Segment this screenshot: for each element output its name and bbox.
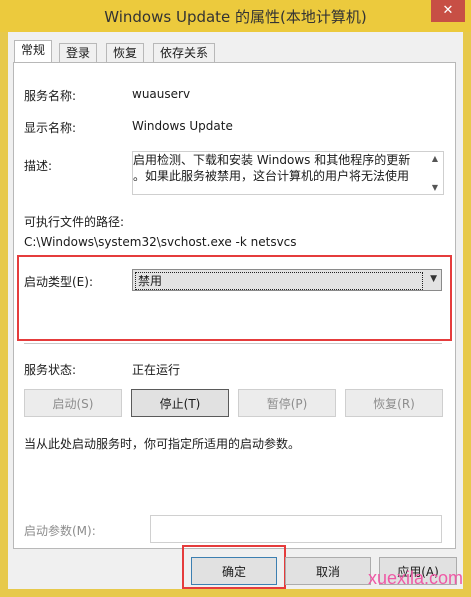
exe-path-label: 可执行文件的路径:	[24, 215, 125, 229]
window-title: Windows Update 的属性(本地计算机)	[104, 8, 367, 26]
section-divider	[24, 343, 442, 344]
start-params-input[interactable]	[150, 515, 442, 543]
description-line-1: 启用检测、下载和安装 Windows 和其他程序的更新	[133, 153, 411, 167]
start-params-label: 启动参数(M):	[24, 524, 96, 538]
scroll-down-icon[interactable]: ▼	[429, 183, 441, 192]
display-name-value: Windows Update	[132, 119, 233, 133]
service-name-value: wuauserv	[132, 87, 191, 101]
pause-button[interactable]: 暂停(P)	[238, 389, 336, 417]
exe-path-value: C:\Windows\system32\svchost.exe -k netsv…	[24, 235, 297, 249]
cancel-button[interactable]: 取消	[285, 557, 371, 585]
dialog-client-area: 常规 登录 恢复 依存关系 服务名称: wuauserv 显示名称: Windo…	[8, 32, 463, 589]
stop-button[interactable]: 停止(T)	[131, 389, 229, 417]
scroll-up-icon[interactable]: ▲	[429, 154, 441, 163]
close-button[interactable]: ✕	[431, 0, 465, 22]
startup-type-label: 启动类型(E):	[24, 275, 93, 289]
description-label: 描述:	[24, 159, 53, 173]
resume-button[interactable]: 恢复(R)	[345, 389, 443, 417]
tab-dependencies[interactable]: 依存关系	[153, 43, 216, 62]
description-line-2: 。如果此服务被禁用，这台计算机的用户将无法使用	[133, 169, 410, 183]
ok-button[interactable]: 确定	[191, 557, 277, 585]
title-bar[interactable]: Windows Update 的属性(本地计算机) ✕	[0, 0, 471, 32]
tab-logon[interactable]: 登录	[59, 43, 98, 62]
close-icon: ✕	[442, 3, 454, 18]
startup-type-highlight	[17, 255, 452, 341]
startup-type-value: 禁用	[135, 272, 423, 290]
service-status-label: 服务状态:	[24, 363, 77, 377]
chevron-down-icon: ▼	[430, 274, 437, 284]
display-name-label: 显示名称:	[24, 121, 77, 135]
properties-dialog: Windows Update 的属性(本地计算机) ✕ 常规 登录 恢复 依存关…	[0, 0, 471, 597]
description-box[interactable]: 启用检测、下载和安装 Windows 和其他程序的更新 。如果此服务被禁用，这台…	[132, 151, 444, 195]
start-button[interactable]: 启动(S)	[24, 389, 122, 417]
service-status-value: 正在运行	[132, 363, 181, 377]
description-text: 启用检测、下载和安装 Windows 和其他程序的更新 。如果此服务被禁用，这台…	[133, 152, 423, 184]
startup-type-select[interactable]: 禁用 ▼	[132, 269, 442, 291]
service-name-label: 服务名称:	[24, 89, 77, 103]
general-tab-panel: 服务名称: wuauserv 显示名称: Windows Update 描述: …	[13, 62, 456, 549]
start-params-hint: 当从此处启动服务时，你可指定所适用的启动参数。	[24, 437, 301, 451]
tab-recovery[interactable]: 恢复	[106, 43, 145, 62]
tab-general[interactable]: 常规	[14, 40, 53, 62]
watermark: xuexila.com	[367, 568, 463, 588]
